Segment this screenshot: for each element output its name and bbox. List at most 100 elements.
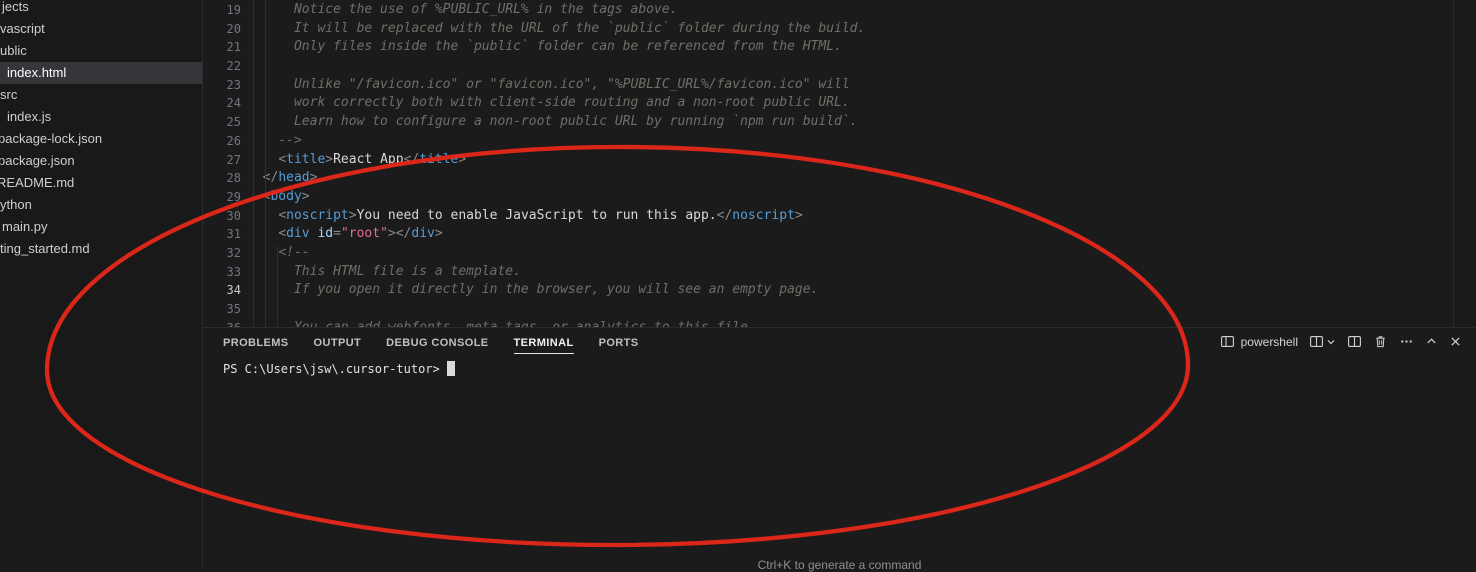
code-line[interactable]: 23 Unlike "/favicon.ico" or "favicon.ico…	[203, 76, 1476, 95]
terminal-cursor	[447, 361, 455, 376]
code-line[interactable]: 34 If you open it directly in the browse…	[203, 281, 1476, 300]
code-line[interactable]: 30 <noscript>You need to enable JavaScri…	[203, 207, 1476, 226]
code-text: <div id="root"></div>	[247, 225, 443, 244]
code-text: Unlike "/favicon.ico" or "favicon.ico", …	[247, 76, 850, 95]
sidebar-file-item[interactable]: vascript	[0, 18, 202, 40]
line-number: 28	[203, 169, 241, 188]
panel-header: PROBLEMS OUTPUT DEBUG CONSOLE TERMINAL PORTS…	[203, 328, 1476, 355]
sidebar-file-item[interactable]: jects	[0, 0, 202, 18]
line-number: 25	[203, 113, 241, 132]
sidebar-file-item[interactable]: package.json	[0, 150, 202, 172]
code-line[interactable]: 26 -->	[203, 132, 1476, 151]
code-line[interactable]: 36 You can add webfonts, meta tags, or a…	[203, 319, 1476, 328]
code-lines: 19 Notice the use of %PUBLIC_URL% in the…	[203, 0, 1476, 328]
terminal-instance-powershell[interactable]: powershell	[1220, 334, 1298, 349]
line-number: 19	[203, 1, 241, 20]
panel-tab-ports[interactable]: PORTS	[599, 330, 639, 354]
code-text: -->	[247, 132, 302, 151]
code-text: <!--	[247, 244, 310, 263]
line-number: 20	[203, 20, 241, 39]
indent-guide	[265, 0, 266, 327]
file-label: jects	[2, 0, 29, 18]
code-line[interactable]: 27 <title>React App</title>	[203, 151, 1476, 170]
sidebar-file-item[interactable]: ython	[0, 194, 202, 216]
code-line[interactable]: 29 <body>	[203, 188, 1476, 207]
file-label: index.html	[7, 62, 66, 84]
new-terminal-dropdown[interactable]	[1309, 334, 1336, 349]
file-label: README.md	[0, 172, 74, 194]
file-label: ython	[0, 194, 32, 216]
code-text: Notice the use of %PUBLIC_URL% in the ta…	[247, 1, 677, 20]
line-number: 33	[203, 263, 241, 282]
terminal-output[interactable]: PS C:\Users\jsw\.cursor-tutor>	[203, 355, 1476, 376]
code-line[interactable]: 28 </head>	[203, 169, 1476, 188]
code-line[interactable]: 25 Learn how to configure a non-root pub…	[203, 113, 1476, 132]
file-label: ublic	[0, 40, 27, 62]
sidebar-file-item-selected[interactable]: index.html	[0, 62, 202, 84]
line-number: 26	[203, 132, 241, 151]
close-panel-icon[interactable]	[1449, 335, 1462, 348]
code-text: <noscript>You need to enable JavaScript …	[247, 207, 803, 226]
trash-icon[interactable]	[1373, 334, 1388, 349]
file-label: src	[0, 84, 17, 106]
sidebar-file-item[interactable]: src	[0, 84, 202, 106]
code-line[interactable]: 33 This HTML file is a template.	[203, 263, 1476, 282]
shell-label: powershell	[1241, 335, 1298, 349]
sidebar-file-item[interactable]: ting_started.md	[0, 238, 202, 260]
line-number: 34	[203, 281, 241, 300]
code-line[interactable]: 22	[203, 57, 1476, 76]
terminal-prompt: PS C:\Users\jsw\.cursor-tutor>	[223, 362, 440, 376]
bottom-panel: PROBLEMS OUTPUT DEBUG CONSOLE TERMINAL PORTS…	[203, 328, 1476, 570]
code-text: Only files inside the `public` folder ca…	[247, 38, 842, 57]
editor-scrollbar-gutter[interactable]	[1453, 0, 1454, 327]
panel-tab-terminal[interactable]: TERMINAL	[514, 330, 574, 354]
panel-actions: powershell	[1220, 334, 1462, 349]
sidebar-file-item[interactable]: README.md	[0, 172, 202, 194]
code-line[interactable]: 21 Only files inside the `public` folder…	[203, 38, 1476, 57]
line-number: 27	[203, 151, 241, 170]
sidebar-file-item[interactable]: main.py	[0, 216, 202, 238]
line-number: 32	[203, 244, 241, 263]
line-number: 23	[203, 76, 241, 95]
line-number: 24	[203, 94, 241, 113]
sidebar-file-item[interactable]: ublic	[0, 40, 202, 62]
panel-tab-problems[interactable]: PROBLEMS	[223, 330, 289, 354]
line-number: 22	[203, 57, 241, 76]
file-label: vascript	[0, 18, 45, 40]
panel-tab-output[interactable]: OUTPUT	[314, 330, 362, 354]
code-line[interactable]: 31 <div id="root"></div>	[203, 225, 1476, 244]
line-number: 29	[203, 188, 241, 207]
file-label: main.py	[2, 216, 48, 238]
code-line[interactable]: 35	[203, 300, 1476, 319]
code-line[interactable]: 32 <!--	[203, 244, 1476, 263]
code-text: It will be replaced with the URL of the …	[247, 20, 865, 39]
new-terminal-icon	[1309, 334, 1324, 349]
code-text: This HTML file is a template.	[247, 263, 521, 282]
split-terminal-icon[interactable]	[1347, 334, 1362, 349]
sidebar-file-item[interactable]: index.js	[0, 106, 202, 128]
line-number: 30	[203, 207, 241, 226]
code-text: work correctly both with client-side rou…	[247, 94, 850, 113]
line-number: 21	[203, 38, 241, 57]
explorer-sidebar: jectsvascriptublicindex.htmlsrcindex.jsp…	[0, 0, 203, 570]
code-text: Learn how to configure a non-root public…	[247, 113, 857, 132]
file-label: index.js	[7, 106, 51, 128]
code-line[interactable]: 20 It will be replaced with the URL of t…	[203, 20, 1476, 39]
code-text: You can add webfonts, meta tags, or anal…	[247, 319, 756, 328]
panel-tabs: PROBLEMS OUTPUT DEBUG CONSOLE TERMINAL PORTS	[223, 330, 638, 354]
more-actions-icon[interactable]	[1399, 334, 1414, 349]
sidebar-file-item[interactable]: package-lock.json	[0, 128, 202, 150]
code-text: <title>React App</title>	[247, 151, 466, 170]
code-text: If you open it directly in the browser, …	[247, 281, 818, 300]
code-editor[interactable]: 19 Notice the use of %PUBLIC_URL% in the…	[203, 0, 1476, 328]
code-line[interactable]: 19 Notice the use of %PUBLIC_URL% in the…	[203, 1, 1476, 20]
indent-guide	[277, 246, 278, 327]
code-text: <body>	[247, 188, 310, 207]
line-number: 31	[203, 225, 241, 244]
line-number: 36	[203, 319, 241, 328]
file-label: ting_started.md	[0, 238, 90, 260]
file-label: package.json	[0, 150, 75, 172]
panel-tab-debug-console[interactable]: DEBUG CONSOLE	[386, 330, 488, 354]
code-line[interactable]: 24 work correctly both with client-side …	[203, 94, 1476, 113]
maximize-panel-icon[interactable]	[1425, 335, 1438, 348]
